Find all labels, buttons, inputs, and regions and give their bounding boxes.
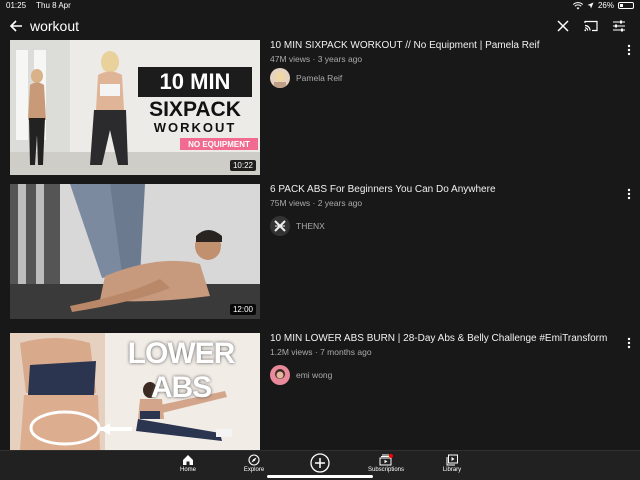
back-button[interactable]: [6, 17, 26, 35]
status-time: 01:25: [6, 1, 27, 10]
video-duration: 10:22: [229, 160, 256, 171]
video-meta: 10 MIN LOWER ABS BURN | 28-Day Abs & Bel…: [270, 333, 620, 357]
nav-library[interactable]: Library: [424, 454, 480, 473]
add-icon: [310, 453, 330, 473]
close-icon: [557, 20, 569, 32]
more-options-button[interactable]: [624, 337, 634, 351]
arrow-left-icon: [9, 20, 22, 32]
video-result[interactable]: LOWER ABS 10 MIN LOWER ABS BURN | 28-Day…: [0, 333, 640, 450]
more-vert-icon: [627, 337, 631, 349]
avatar[interactable]: [270, 365, 290, 385]
home-indicator: [267, 475, 373, 478]
thumb-title-line1: 10 MIN: [159, 69, 231, 94]
battery-percent: 26%: [597, 1, 614, 10]
channel-link[interactable]: Pamela Reif: [270, 68, 342, 88]
location-icon: [587, 2, 594, 9]
nav-explore[interactable]: Explore: [226, 454, 282, 473]
nav-home[interactable]: Home: [160, 454, 216, 473]
cast-button[interactable]: [581, 17, 601, 35]
search-header: workout: [0, 12, 640, 40]
video-meta: 10 MIN SIXPACK WORKOUT // No Equipment |…: [270, 40, 620, 64]
avatar[interactable]: [270, 216, 290, 236]
channel-link[interactable]: emi wong: [270, 365, 332, 385]
video-stats: 75M views · 2 years ago: [270, 198, 363, 208]
nav-subscriptions[interactable]: Subscriptions: [358, 454, 414, 473]
nav-label: Home: [179, 467, 196, 473]
home-icon: [183, 455, 193, 465]
thumb-title: LOWER ABS: [127, 337, 236, 404]
video-stats: 1.2M views · 7 months ago: [270, 347, 372, 357]
video-stats: 47M views · 3 years ago: [270, 54, 363, 64]
nav-label: Explore: [243, 467, 265, 473]
filter-button[interactable]: [609, 17, 629, 35]
thumb-tag: NO EQUIPMENT: [188, 139, 250, 149]
video-result[interactable]: 10 MIN SIXPACK WORKOUT NO EQUIPMENT 10:2…: [0, 40, 640, 180]
more-options-button[interactable]: [624, 188, 634, 202]
more-options-button[interactable]: [624, 44, 634, 58]
battery-icon: [618, 2, 634, 9]
search-input[interactable]: workout: [30, 18, 79, 34]
nav-create[interactable]: [292, 453, 348, 474]
avatar[interactable]: [270, 68, 290, 88]
thumb-title-line2: SIXPACK: [149, 98, 241, 121]
wifi-icon: [572, 1, 583, 9]
nav-label: Library: [442, 467, 462, 473]
thumbnail-image: [10, 184, 260, 319]
more-vert-icon: [627, 44, 631, 56]
video-result[interactable]: 12:00 6 PACK ABS For Beginners You Can D…: [0, 184, 640, 324]
search-results: 10 MIN SIXPACK WORKOUT NO EQUIPMENT 10:2…: [0, 40, 640, 450]
video-thumbnail[interactable]: 12:00: [10, 184, 260, 319]
video-duration: 12:00: [229, 304, 256, 315]
channel-name[interactable]: THENX: [296, 221, 325, 231]
channel-name[interactable]: emi wong: [296, 370, 332, 380]
compass-icon: [248, 454, 260, 466]
video-title[interactable]: 6 PACK ABS For Beginners You Can Do Anyw…: [270, 184, 620, 196]
video-meta: 6 PACK ABS For Beginners You Can Do Anyw…: [270, 184, 620, 208]
channel-link[interactable]: THENX: [270, 216, 325, 236]
cast-icon: [584, 20, 598, 32]
video-thumbnail[interactable]: LOWER ABS: [10, 333, 260, 450]
subscriptions-icon: [379, 454, 393, 466]
video-thumbnail[interactable]: 10 MIN SIXPACK WORKOUT NO EQUIPMENT 10:2…: [10, 40, 260, 175]
clear-search-button[interactable]: [554, 17, 572, 35]
status-date: Thu 8 Apr: [36, 1, 71, 10]
thumb-title-line3: WORKOUT: [153, 120, 237, 135]
sliders-icon: [613, 20, 625, 32]
status-bar: 01:25 Thu 8 Apr 26%: [0, 0, 640, 12]
more-vert-icon: [627, 188, 631, 200]
thenx-logo-icon: [270, 216, 290, 236]
library-icon: [446, 454, 458, 466]
video-title[interactable]: 10 MIN LOWER ABS BURN | 28-Day Abs & Bel…: [270, 333, 620, 345]
nav-label: Subscriptions: [367, 467, 405, 473]
video-title[interactable]: 10 MIN SIXPACK WORKOUT // No Equipment |…: [270, 40, 620, 52]
channel-name[interactable]: Pamela Reif: [296, 73, 342, 83]
